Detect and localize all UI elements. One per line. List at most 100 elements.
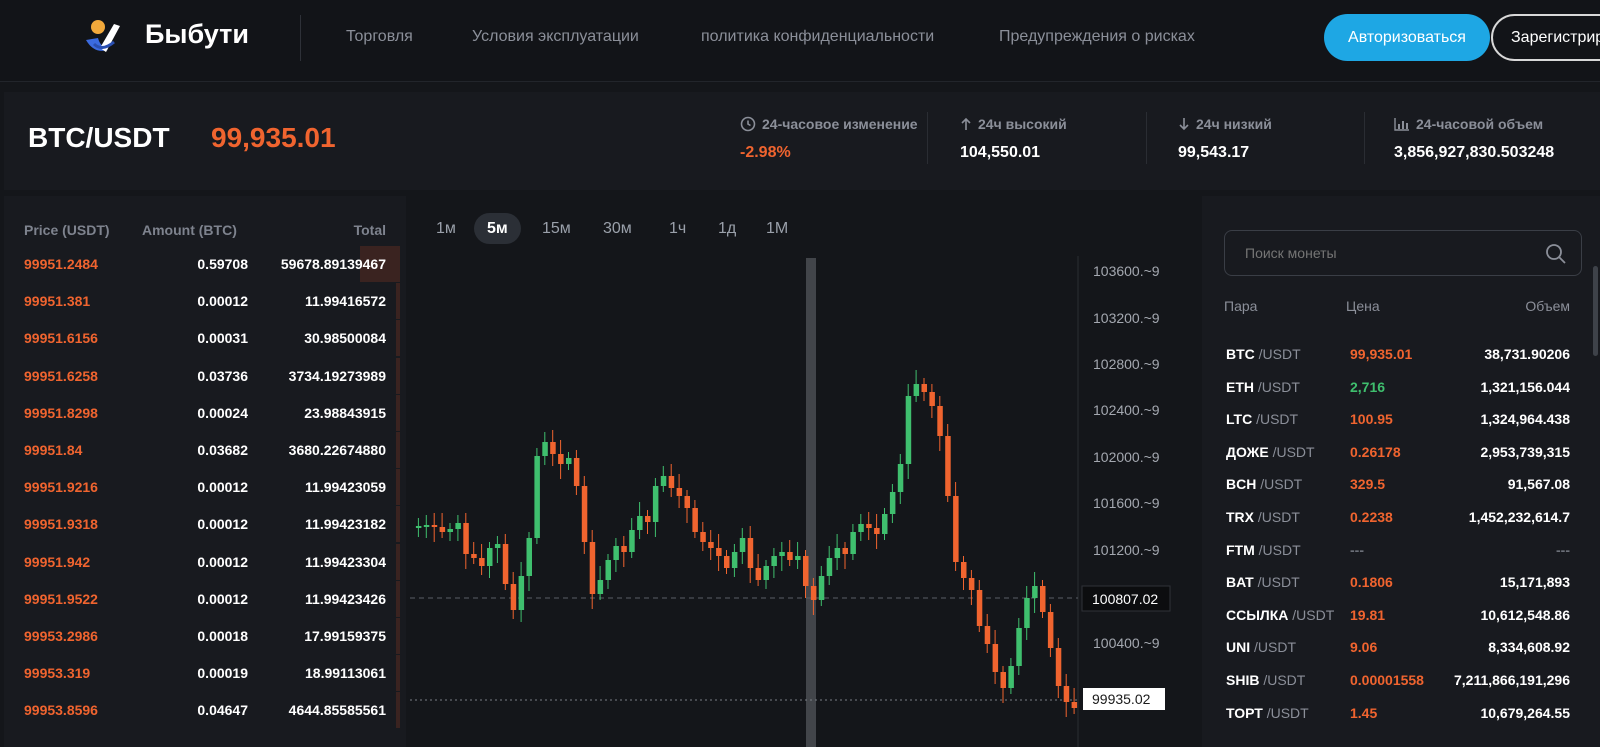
- nav-trading[interactable]: Торговля: [346, 28, 413, 46]
- timeframe-tab[interactable]: 1ч: [656, 213, 699, 244]
- orderbook-row[interactable]: 99953.2986 0.00018 17.99159375: [4, 618, 406, 655]
- orderbook-price: 99951.9216: [24, 479, 98, 496]
- market-price: 9.06: [1350, 639, 1378, 656]
- stat-separator: [1146, 112, 1147, 164]
- depth-bar: [396, 506, 400, 543]
- orderbook-row[interactable]: 99951.84 0.03682 3680.22674880: [4, 432, 406, 469]
- candle-body: [1008, 666, 1014, 688]
- stat-volume: 24-часовой объем 3,856,927,830.503248: [1394, 116, 1554, 162]
- nav-terms[interactable]: Условия эксплуатации: [472, 28, 639, 46]
- orderbook-price: 99953.319: [24, 665, 91, 682]
- register-button[interactable]: Зарегистрир: [1491, 14, 1600, 61]
- orderbook-row[interactable]: 99951.9522 0.00012 11.99423426: [4, 580, 406, 618]
- market-quote: /USDT: [1257, 378, 1300, 395]
- candle-body: [455, 523, 461, 529]
- orderbook-row[interactable]: 99951.6258 0.03736 3734.19273989: [4, 357, 406, 395]
- timeframe-tab[interactable]: 1М: [753, 213, 801, 244]
- candle-body: [708, 542, 714, 548]
- price-axis-label: 103200.~9: [1093, 310, 1160, 326]
- market-row[interactable]: TRX /USDT 0.2238 1,452,232,614.7: [1202, 499, 1600, 532]
- orderbook-amount: 0.04647: [197, 702, 248, 719]
- high-label: 24ч высокий: [978, 116, 1067, 132]
- candle-body: [487, 548, 493, 566]
- timeframe-tab[interactable]: 5м: [474, 213, 521, 244]
- candle-body: [763, 566, 769, 580]
- price-axis-label: 102000.~9: [1093, 449, 1160, 465]
- orderbook-row[interactable]: 99951.381 0.00012 11.99416572: [4, 283, 406, 320]
- depth-bar: [396, 320, 400, 357]
- market-volume: 7,211,866,191,296: [1453, 672, 1570, 688]
- orderbook-row[interactable]: 99951.8298 0.00024 23.98843915: [4, 394, 406, 432]
- market-row[interactable]: ТОРТ /USDT 1.45 10,679,264.55: [1202, 695, 1600, 728]
- candle-body: [597, 580, 604, 594]
- market-row[interactable]: SHIB /USDT 0.00001558 7,211,866,191,296: [1202, 662, 1600, 695]
- orderbook-row[interactable]: 99953.8596 0.04647 4644.85585561: [4, 692, 406, 729]
- orderbook-amount: 0.00018: [197, 628, 248, 644]
- market-price: 0.00001558: [1350, 672, 1424, 688]
- candle-body: [834, 548, 841, 558]
- clock-icon: [740, 116, 756, 132]
- price-chart[interactable]: 103600.~9 103200.~9 102800.~9 102400.~9 1020…: [410, 196, 1198, 747]
- search-input[interactable]: [1245, 245, 1535, 261]
- market-scrollbar[interactable]: [1593, 266, 1598, 356]
- market-quote: /USDT: [1258, 541, 1301, 558]
- stat-low: 24ч низкий 99,543.17: [1178, 116, 1272, 162]
- depth-bar: [396, 618, 400, 654]
- price-axis-label: 103600.~9: [1093, 263, 1160, 279]
- orderbook-price: 99951.6258: [24, 367, 98, 384]
- candle-body: [984, 626, 991, 644]
- orderbook-amount: 0.00019: [197, 665, 248, 682]
- depth-bar: [396, 469, 400, 506]
- candle-body: [818, 576, 825, 600]
- nav-risk-warnings[interactable]: Предупреждения о рисках: [999, 28, 1195, 46]
- timeframe-tab[interactable]: 30м: [590, 213, 645, 244]
- orderbook-amount: 0.00012: [197, 516, 248, 533]
- orderbook-price: 99951.6156: [24, 330, 98, 347]
- candlestick-chart[interactable]: 103600.~9 103200.~9 102800.~9 102400.~9 1020…: [410, 196, 1198, 747]
- orderbook-row[interactable]: 99951.9216 0.00012 11.99423059: [4, 469, 406, 506]
- market-row[interactable]: UNI /USDT 9.06 8,334,608.92: [1202, 629, 1600, 662]
- timeframe-tab[interactable]: 15м: [529, 213, 584, 244]
- candle-body: [534, 456, 540, 538]
- market-volume: 91,567.08: [1507, 476, 1570, 493]
- search-icon[interactable]: [1545, 243, 1567, 265]
- candle-body: [913, 384, 920, 396]
- nav-privacy[interactable]: политика конфиденциальности: [701, 28, 934, 46]
- market-row[interactable]: BTC /USDT 99,935.01 38,731.90206: [1202, 336, 1600, 369]
- market-row[interactable]: FTM /USDT --- ---: [1202, 532, 1600, 565]
- market-row[interactable]: ETH /USDT 2,716 1,321,156.044: [1202, 369, 1600, 402]
- market-row[interactable]: ДОЖЕ /USDT 0.26178 2,953,739,315: [1202, 434, 1600, 467]
- market-quote: /USDT: [1256, 411, 1299, 428]
- market-quote: /USDT: [1292, 606, 1335, 623]
- orderbook-price: 99951.2484: [24, 256, 98, 272]
- timeframe-tab[interactable]: 1д: [705, 213, 749, 244]
- market-pair: UNI /USDT: [1226, 639, 1296, 655]
- orderbook-row[interactable]: 99953.319 0.00019 18.99113061: [4, 655, 406, 692]
- brand-name[interactable]: Быбути: [145, 19, 249, 50]
- market-row[interactable]: BCH /USDT 329.5 91,567.08: [1202, 466, 1600, 499]
- coin-search[interactable]: [1224, 230, 1582, 276]
- market-row[interactable]: ССЫЛКА /USDT 19.81 10,612,548.86: [1202, 597, 1600, 630]
- orderbook-row[interactable]: 99951.9318 0.00012 11.99423182: [4, 506, 406, 543]
- orderbook-row[interactable]: 99951.2484 0.59708 59678.89139467: [4, 246, 406, 283]
- header-divider: [300, 15, 301, 61]
- market-row[interactable]: BAT /USDT 0.1806 15,171,893: [1202, 564, 1600, 597]
- candle-body: [961, 562, 967, 578]
- candle-body: [471, 554, 477, 558]
- market-row[interactable]: LTC /USDT 100.95 1,324,964.438: [1202, 401, 1600, 434]
- candle-body: [1071, 702, 1078, 708]
- brand-logo-icon[interactable]: [84, 18, 124, 56]
- candle-body: [929, 392, 935, 406]
- market-pair: ETH /USDT: [1226, 379, 1300, 395]
- pair-title: BTC/USDT: [28, 122, 170, 153]
- ob-header-price: Price (USDT): [24, 222, 110, 238]
- orderbook-row[interactable]: 99951.6156 0.00031 30.98500084: [4, 320, 406, 357]
- orderbook-row[interactable]: 99951.942 0.00012 11.99423304: [4, 543, 406, 581]
- market-volume: 10,612,548.86: [1480, 606, 1570, 623]
- login-button[interactable]: Авторизоваться: [1324, 14, 1490, 61]
- timeframe-tab[interactable]: 1м: [423, 213, 469, 244]
- candle-body: [842, 548, 848, 554]
- candle-body: [1000, 672, 1006, 688]
- orderbook-total: 3734.19273989: [288, 367, 386, 384]
- candle-body: [882, 514, 888, 534]
